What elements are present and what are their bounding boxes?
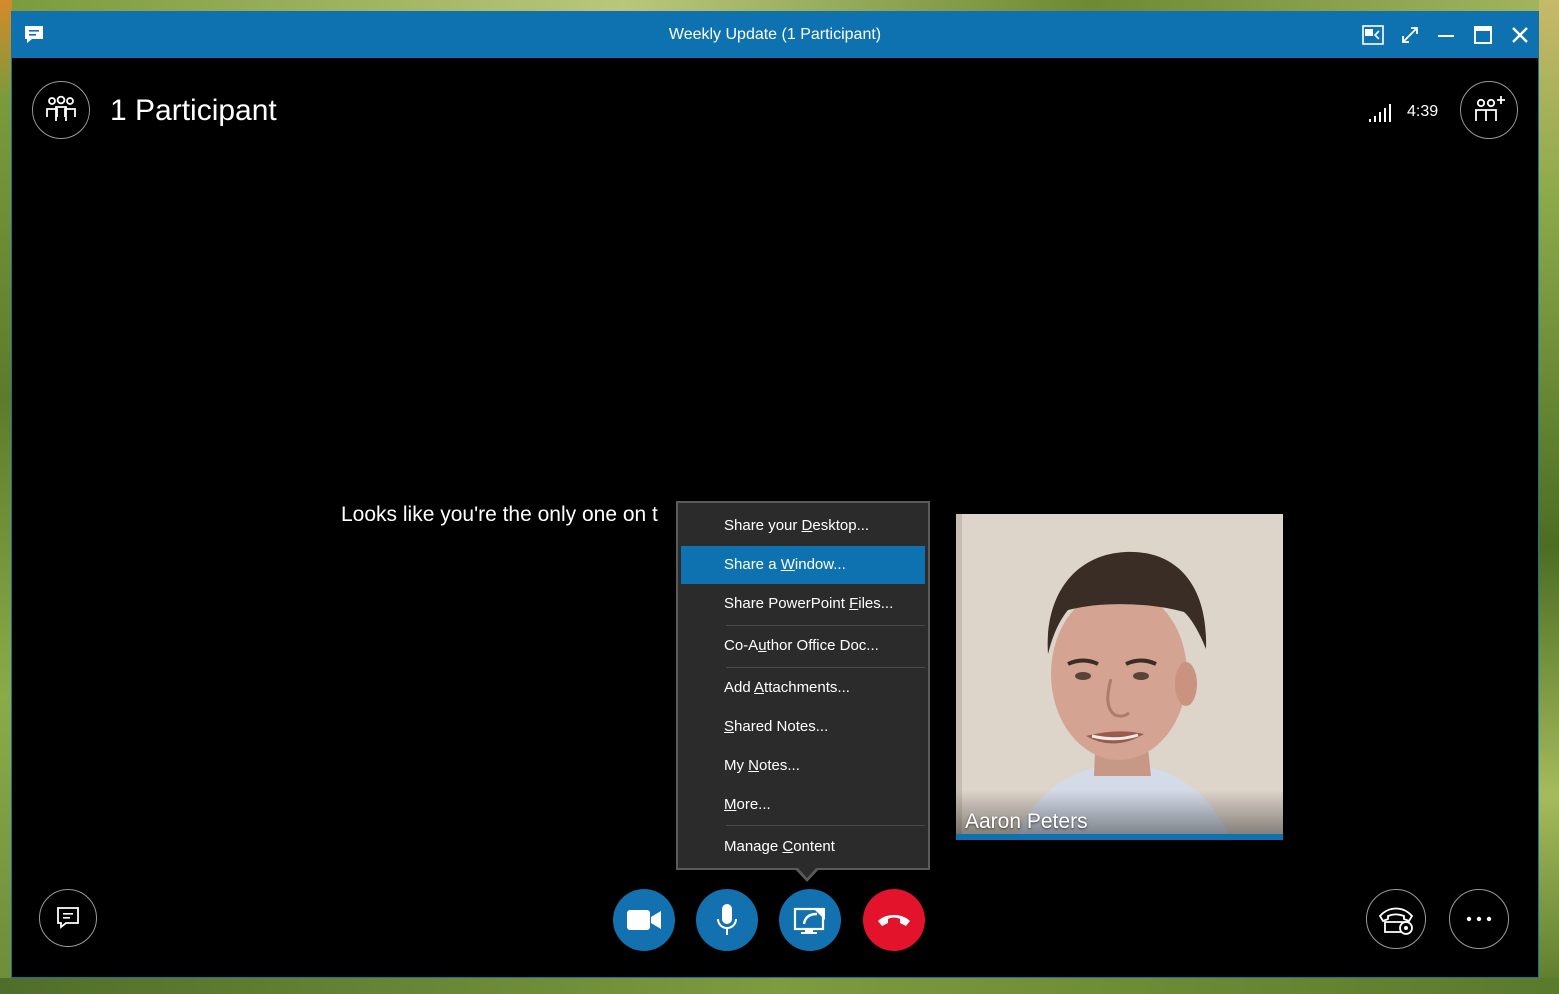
menu-item-accelerator: F [849,595,859,612]
menu-item-text: iles... [858,595,894,612]
menu-item-my-notes[interactable]: My Notes... [681,747,925,785]
participant-count: 1 Participant [110,94,277,127]
compact-view-icon[interactable] [1359,21,1387,49]
hang-up-button[interactable] [863,889,925,951]
menu-item-manage-content[interactable]: Manage Content [681,828,925,866]
menu-item-add-attachments[interactable]: Add Attachments... [681,669,925,707]
participants-button[interactable] [32,81,90,139]
desktop-background-bottom [0,978,1559,994]
participant-video[interactable]: Aaron Peters [956,514,1283,840]
menu-item-text: indow... [794,556,846,573]
chat-icon [57,907,79,929]
menu-item-share-powerpoint[interactable]: Share PowerPoint Files... [681,585,925,623]
menu-item-text: hared Notes... [734,718,829,735]
share-content-menu: Share your Desktop... Share a Window... … [676,501,930,870]
menu-item-text: Manage [724,838,783,855]
participant-name: Aaron Peters [965,810,1088,833]
menu-item-accelerator: S [724,718,735,735]
menu-item-accelerator: N [748,757,760,774]
menu-item-text: thor Office Doc... [766,637,879,654]
menu-separator [726,825,925,826]
menu-item-text: ore... [736,796,771,813]
microphone-icon [717,904,737,935]
video-button[interactable] [613,889,675,951]
minimize-icon[interactable] [1432,21,1460,49]
video-camera-icon [627,910,661,930]
phone-settings-icon [1378,907,1414,935]
menu-item-share-window[interactable]: Share a Window... [681,546,925,584]
menu-separator [726,625,925,626]
menu-item-shared-notes[interactable]: Shared Notes... [681,708,925,746]
alone-in-meeting-message: Looks like you're the only one on t [341,503,658,526]
menu-item-text: ontent [793,838,835,855]
menu-item-text: Co-A [724,637,759,654]
call-controls-button[interactable] [1366,889,1426,949]
maximize-icon[interactable] [1469,21,1497,49]
chat-button[interactable] [39,889,97,947]
menu-separator [726,667,925,668]
end-call-icon [878,915,910,926]
menu-item-more[interactable]: More... [681,786,925,824]
meeting-window: Weekly Update (1 Participant) 1 Particip… [11,11,1539,978]
call-timer: 4:39 [1407,103,1439,120]
menu-item-text: esktop... [812,517,870,534]
menu-item-accelerator: M [724,796,737,813]
menu-item-text: ttachments... [764,679,850,696]
menu-item-text: Share PowerPoint [724,595,850,612]
menu-item-text: My [724,757,749,774]
close-icon[interactable] [1506,21,1534,49]
menu-item-coauthor-doc[interactable]: Co-Author Office Doc... [681,627,925,665]
menu-item-text: Share a [724,556,781,573]
menu-item-accelerator: C [782,838,794,855]
present-screen-icon [793,907,825,934]
fullscreen-icon[interactable] [1396,21,1424,49]
title-bar[interactable]: Weekly Update (1 Participant) [12,12,1538,58]
menu-item-accelerator: D [801,517,813,534]
active-speaker-bar [956,834,1283,840]
menu-item-accelerator: A [754,679,765,696]
add-participant-button[interactable] [1460,81,1518,139]
participants-icon [46,95,76,121]
menu-item-accelerator: u [758,637,767,654]
ellipsis-icon [1466,916,1492,922]
menu-item-text: Add [724,679,755,696]
menu-item-accelerator: W [780,556,795,573]
menu-item-text: Share your [724,517,802,534]
more-options-button[interactable] [1449,889,1509,949]
signal-strength-icon [1368,104,1392,127]
share-content-button[interactable] [779,889,841,951]
menu-item-share-desktop[interactable]: Share your Desktop... [681,507,925,545]
menu-item-text: otes... [759,757,800,774]
window-title: Weekly Update (1 Participant) [668,26,882,43]
menu-pointer-fill [797,867,817,878]
mute-button[interactable] [696,889,758,951]
add-people-icon [1475,96,1505,121]
desktop-background-right [1539,0,1559,994]
